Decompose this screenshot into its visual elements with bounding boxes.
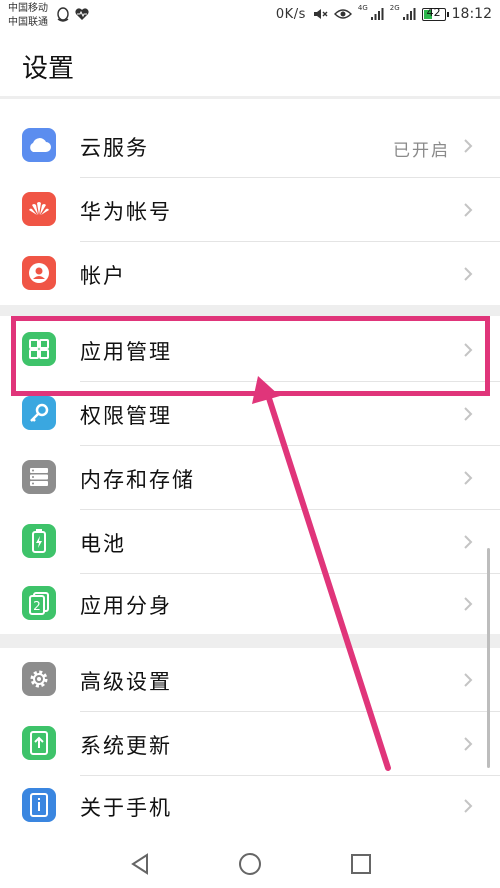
settings-item-label: 系统更新 (80, 734, 172, 758)
settings-item-label: 云服务 (80, 136, 149, 160)
group-gap (0, 634, 500, 648)
settings-item-account[interactable]: 帐户 (0, 242, 500, 306)
network-type-1: 4G (357, 4, 368, 12)
settings-item-label: 帐户 (80, 264, 126, 288)
back-icon[interactable] (127, 851, 153, 877)
header-divider (0, 96, 500, 99)
settings-item-label: 应用分身 (80, 594, 172, 618)
chevron-right-icon (464, 535, 473, 549)
chevron-right-icon (464, 203, 473, 217)
eye-comfort-icon (333, 9, 352, 19)
cloud-icon (22, 128, 56, 162)
settings-item-label: 关于手机 (80, 796, 172, 820)
highlight-box (11, 316, 490, 396)
signal-icon-1 (370, 8, 384, 20)
info-icon (22, 788, 56, 822)
scrollbar[interactable] (487, 548, 490, 768)
signal-icon-2 (402, 8, 416, 20)
key-icon (22, 396, 56, 430)
network-speed: 0K/s (275, 6, 306, 22)
chevron-right-icon (464, 471, 473, 485)
carrier-info: 中国移动 中国联通 (8, 2, 48, 30)
chevron-right-icon (464, 139, 473, 153)
group-gap (0, 305, 500, 316)
status-bar: 中国移动 中国联通 0K/s 4G 2G 42 18:12 (0, 0, 500, 36)
carrier-2: 中国联通 (8, 17, 48, 28)
home-icon[interactable] (237, 851, 263, 877)
settings-item-huawei-id[interactable]: 华为帐号 (0, 178, 500, 242)
storage-icon (22, 460, 56, 494)
battery-icon (22, 524, 56, 558)
battery-percent: 42 (426, 5, 441, 19)
system-update-icon (22, 726, 56, 760)
settings-item-label: 内存和存储 (80, 468, 195, 492)
carrier-1: 中国移动 (8, 3, 48, 14)
chevron-right-icon (464, 597, 473, 611)
heart-rate-icon (75, 8, 89, 20)
chevron-right-icon (464, 407, 473, 421)
settings-item-storage[interactable]: 内存和存储 (0, 446, 500, 510)
clock: 18:12 (451, 6, 492, 22)
cloud-status: 已开启 (393, 141, 450, 161)
settings-item-app-twin[interactable]: 2 应用分身 (0, 572, 500, 636)
app-twin-icon: 2 (22, 586, 56, 620)
chevron-right-icon (464, 799, 473, 813)
mute-icon (313, 9, 328, 19)
account-icon (22, 256, 56, 290)
settings-item-label: 权限管理 (80, 404, 172, 428)
settings-item-label: 电池 (80, 532, 126, 556)
chevron-right-icon (464, 267, 473, 281)
huawei-icon (22, 192, 56, 226)
settings-item-cloud[interactable]: 云服务 已开启 (0, 114, 500, 178)
network-type-2: 2G (389, 4, 400, 12)
navigation-bar (0, 838, 500, 888)
gear-icon (22, 662, 56, 696)
settings-item-system-update[interactable]: 系统更新 (0, 712, 500, 776)
chevron-right-icon (464, 673, 473, 687)
settings-item-advanced[interactable]: 高级设置 (0, 648, 500, 712)
svg-text:2: 2 (33, 599, 41, 613)
qq-icon (57, 7, 69, 22)
chevron-right-icon (464, 737, 473, 751)
settings-item-label: 高级设置 (80, 670, 172, 694)
recent-apps-icon[interactable] (348, 851, 374, 877)
settings-item-battery[interactable]: 电池 (0, 510, 500, 574)
settings-item-label: 华为帐号 (80, 200, 172, 224)
page-title: 设置 (22, 54, 75, 84)
battery-indicator: 42 (421, 5, 449, 21)
settings-item-about-phone[interactable]: 关于手机 (0, 774, 500, 838)
